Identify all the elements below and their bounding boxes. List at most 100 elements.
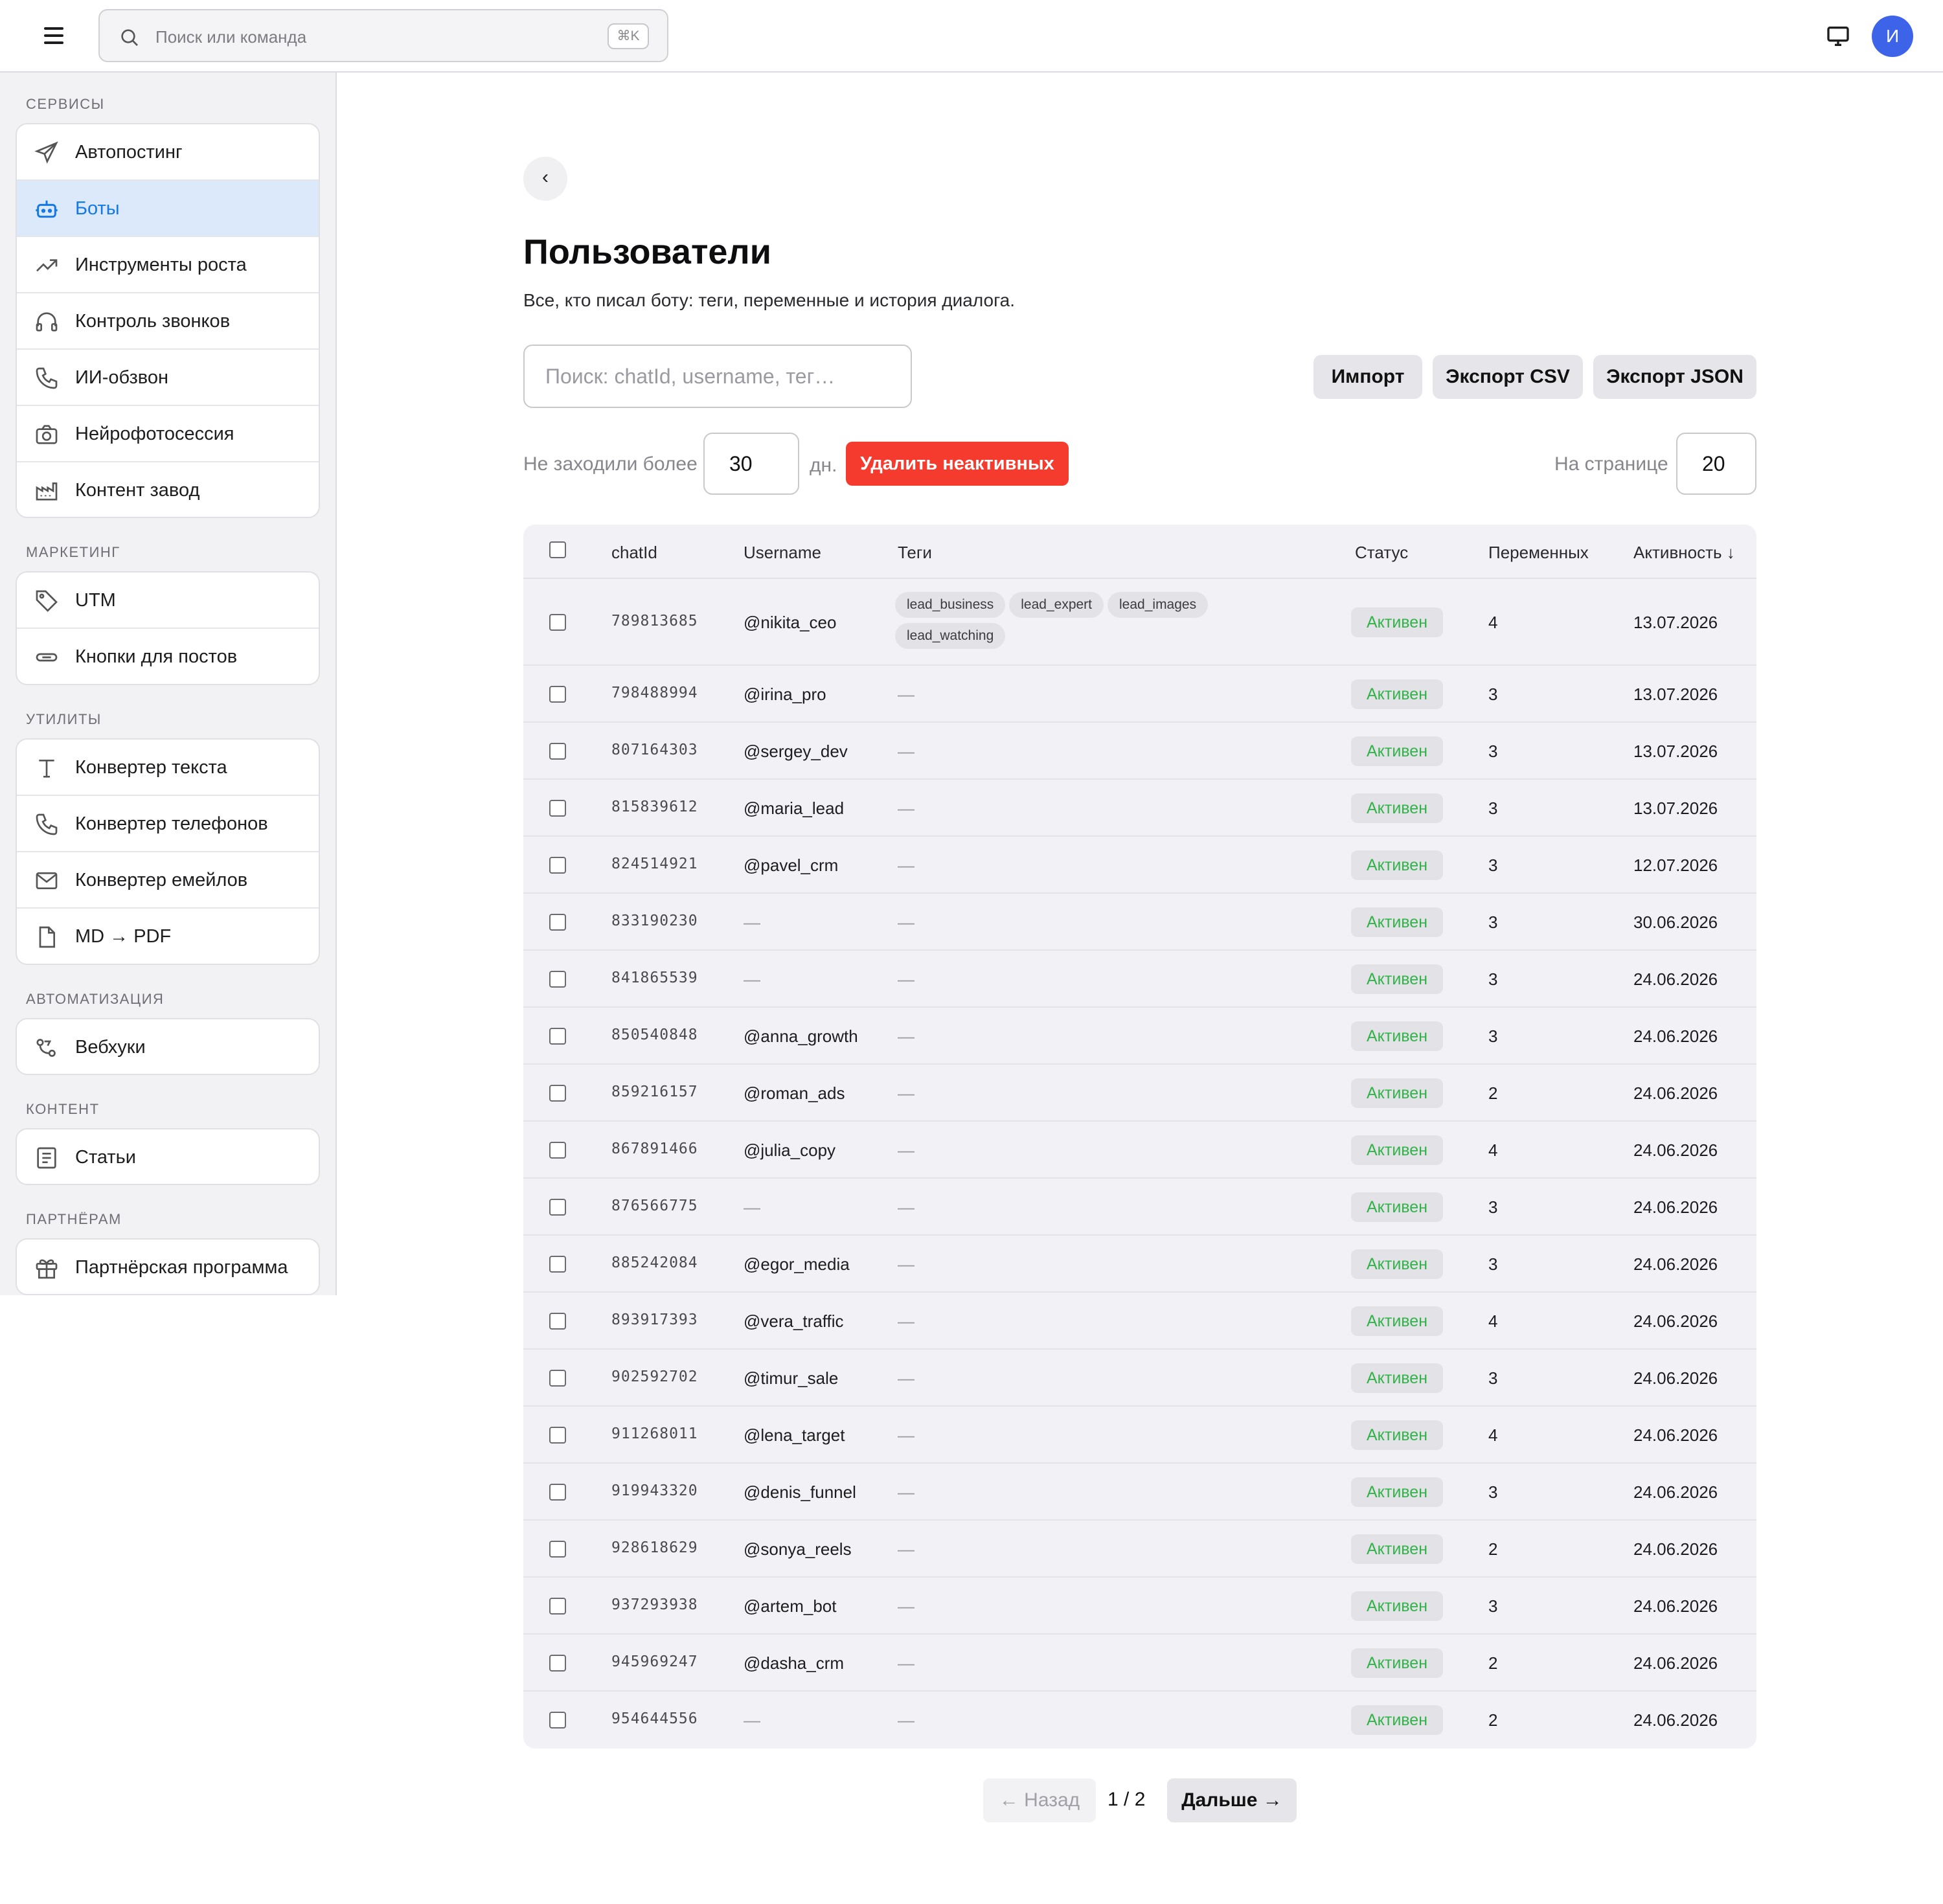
column-header-chatid[interactable]: chatId: [611, 543, 657, 563]
global-search[interactable]: Поиск или команда ⌘K: [98, 9, 668, 62]
sidebar-group-marketing: UTM Кнопки для постов: [16, 571, 320, 685]
row-checkbox[interactable]: [549, 1598, 566, 1615]
factory-icon: [36, 482, 58, 501]
row-checkbox[interactable]: [549, 914, 566, 931]
username-cell: @sonya_reels: [744, 1539, 852, 1559]
hamburger-menu-icon[interactable]: [40, 23, 69, 49]
chat-id-cell: 859216157: [611, 1083, 698, 1100]
row-checkbox[interactable]: [549, 800, 566, 817]
variables-count-cell: 3: [1488, 912, 1498, 932]
column-header-activity[interactable]: Активность ↓: [1633, 543, 1735, 563]
sidebar-item-neuro-photo[interactable]: Нейрофотосессия: [17, 406, 319, 462]
sidebar-item-text-converter[interactable]: Конвертер текста: [17, 740, 319, 796]
row-checkbox[interactable]: [549, 1484, 566, 1501]
table-row[interactable]: 919943320 @denis_funnel — Активен 3 24.06.202…: [523, 1464, 1756, 1521]
sidebar-item-ai-calls[interactable]: ИИ-обзвон: [17, 350, 319, 406]
row-checkbox[interactable]: [549, 971, 566, 988]
column-header-tags[interactable]: Теги: [898, 543, 932, 563]
column-header-variables[interactable]: Переменных: [1488, 543, 1589, 563]
export-csv-button[interactable]: Экспорт CSV: [1433, 355, 1583, 399]
row-checkbox[interactable]: [549, 1427, 566, 1444]
table-row[interactable]: 928618629 @sonya_reels — Активен 2 24.06.2026: [523, 1521, 1756, 1578]
table-row[interactable]: 911268011 @lena_target — Активен 4 24.06.2026: [523, 1407, 1756, 1464]
back-button[interactable]: ‹: [523, 157, 567, 201]
row-checkbox[interactable]: [549, 743, 566, 760]
table-row[interactable]: 885242084 @egor_media — Активен 3 24.06.2026: [523, 1236, 1756, 1293]
sidebar-item-webhooks[interactable]: Вебхуки: [17, 1019, 319, 1074]
tag-chip[interactable]: lead_images: [1108, 592, 1209, 618]
users-search-input[interactable]: [523, 345, 912, 408]
table-row[interactable]: 937293938 @artem_bot — Активен 3 24.06.2026: [523, 1578, 1756, 1635]
tags-empty-cell: —: [898, 685, 915, 704]
inactive-days-input[interactable]: 30: [703, 433, 799, 495]
column-header-username[interactable]: Username: [744, 543, 821, 563]
sidebar-item-articles[interactable]: Статьи: [17, 1129, 319, 1184]
table-row[interactable]: 867891466 @julia_copy — Активен 4 24.06.2026: [523, 1122, 1756, 1179]
chat-id-cell: 824514921: [611, 856, 698, 872]
per-page-label: На странице: [1554, 453, 1668, 475]
sidebar-item-content-factory[interactable]: Контент завод: [17, 462, 319, 517]
table-row[interactable]: 824514921 @pavel_crm — Активен 3 12.07.2026: [523, 837, 1756, 894]
button-icon: [36, 653, 58, 662]
row-checkbox[interactable]: [549, 1655, 566, 1672]
delete-inactive-button[interactable]: Удалить неактивных: [846, 442, 1069, 486]
article-icon: [37, 1147, 56, 1169]
bot-icon: [36, 200, 58, 218]
import-button[interactable]: Импорт: [1313, 355, 1422, 399]
tag-chip[interactable]: lead_watching: [895, 623, 1006, 649]
table-row[interactable]: 850540848 @anna_growth — Активен 3 24.06.2026: [523, 1008, 1756, 1065]
variables-count-cell: 3: [1488, 1026, 1498, 1046]
activity-date-cell: 13.07.2026: [1633, 742, 1718, 761]
row-checkbox[interactable]: [549, 614, 566, 631]
username-cell: @denis_funnel: [744, 1482, 856, 1502]
avatar[interactable]: И: [1872, 16, 1913, 57]
tags-empty-cell: —: [898, 1197, 915, 1217]
row-checkbox[interactable]: [549, 1256, 566, 1273]
table-row[interactable]: 841865539 — — Активен 3 24.06.2026: [523, 951, 1756, 1008]
row-checkbox[interactable]: [549, 1370, 566, 1387]
sidebar-group-partners: Партнёрская программа: [16, 1238, 320, 1295]
table-row[interactable]: 902592702 @timur_sale — Активен 3 24.06.2026: [523, 1350, 1756, 1407]
sidebar-item-bots[interactable]: Боты: [17, 181, 319, 237]
row-checkbox[interactable]: [549, 1541, 566, 1558]
row-checkbox[interactable]: [549, 1199, 566, 1216]
monitor-icon[interactable]: [1825, 23, 1851, 49]
table-row[interactable]: 859216157 @roman_ads — Активен 2 24.06.2026: [523, 1065, 1756, 1122]
row-checkbox[interactable]: [549, 1142, 566, 1159]
next-page-button[interactable]: Дальше →: [1167, 1778, 1297, 1822]
column-header-status[interactable]: Статус: [1355, 543, 1408, 563]
row-checkbox[interactable]: [549, 1313, 566, 1330]
table-row[interactable]: 833190230 — — Активен 3 30.06.2026: [523, 894, 1756, 951]
row-checkbox[interactable]: [549, 1712, 566, 1728]
prev-page-button[interactable]: ← Назад: [983, 1778, 1096, 1822]
tag-chip[interactable]: lead_business: [895, 592, 1006, 618]
export-json-button[interactable]: Экспорт JSON: [1593, 355, 1756, 399]
tags-empty-cell: —: [898, 1140, 915, 1160]
sidebar-item-phone-converter[interactable]: Конвертер телефонов: [17, 796, 319, 852]
sidebar-item-growth-tools[interactable]: Инструменты роста: [17, 237, 319, 293]
sidebar-item-post-buttons[interactable]: Кнопки для постов: [17, 629, 319, 684]
status-badge: Активен: [1351, 964, 1443, 994]
sidebar-item-email-converter[interactable]: Конвертер емейлов: [17, 852, 319, 909]
sidebar-item-partner-program[interactable]: Партнёрская программа: [17, 1240, 319, 1294]
table-row[interactable]: 815839612 @maria_lead — Активен 3 13.07.2026: [523, 780, 1756, 837]
table-row[interactable]: 798488994 @irina_pro — Активен 3 13.07.2026: [523, 666, 1756, 723]
table-row[interactable]: 807164303 @sergey_dev — Активен 3 13.07.2026: [523, 723, 1756, 780]
select-all-checkbox[interactable]: [549, 541, 566, 558]
table-row[interactable]: 893917393 @vera_traffic — Активен 4 24.06.202…: [523, 1293, 1756, 1350]
table-row[interactable]: 876566775 — — Активен 3 24.06.2026: [523, 1179, 1756, 1236]
sidebar-item-utm[interactable]: UTM: [17, 572, 319, 629]
row-checkbox[interactable]: [549, 1085, 566, 1102]
row-checkbox[interactable]: [549, 686, 566, 703]
per-page-input[interactable]: 20: [1676, 433, 1756, 495]
chat-id-cell: 911268011: [611, 1425, 698, 1442]
table-row[interactable]: 954644556 — — Активен 2 24.06.2026: [523, 1692, 1756, 1749]
table-row[interactable]: 789813685 @nikita_ceo lead_business lead_ex…: [523, 579, 1756, 666]
sidebar-item-autoposting[interactable]: Автопостинг: [17, 124, 319, 181]
row-checkbox[interactable]: [549, 1028, 566, 1045]
sidebar-item-md-pdf[interactable]: MD → PDF: [17, 909, 319, 964]
tag-chip[interactable]: lead_expert: [1009, 592, 1104, 618]
row-checkbox[interactable]: [549, 857, 566, 874]
sidebar-item-call-control[interactable]: Контроль звонков: [17, 293, 319, 350]
table-row[interactable]: 945969247 @dasha_crm — Активен 2 24.06.2026: [523, 1635, 1756, 1692]
